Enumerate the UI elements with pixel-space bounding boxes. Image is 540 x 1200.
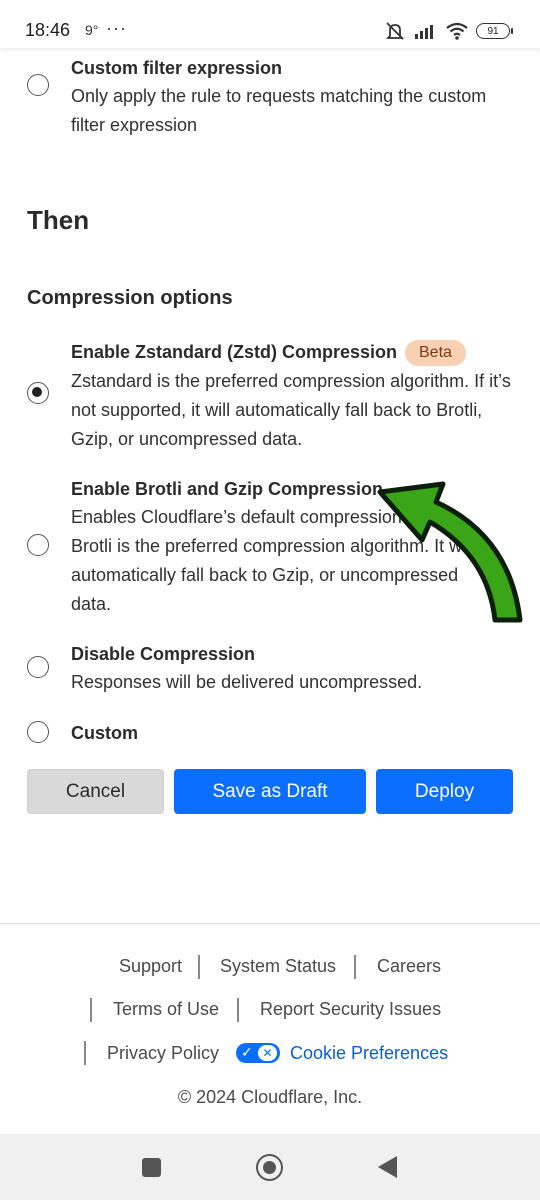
- disable-compression-title: Disable Compression: [71, 644, 256, 664]
- mute-icon: [385, 22, 405, 40]
- status-icons: 91: [384, 20, 513, 42]
- footer-separator: [354, 955, 356, 979]
- signal-icon: [415, 25, 433, 39]
- recent-apps-icon[interactable]: [142, 1158, 161, 1177]
- radio-zstd[interactable]: [27, 382, 49, 404]
- radio-custom-filter[interactable]: [27, 74, 49, 96]
- zstd-title: Enable Zstandard (Zstd) Compression: [71, 342, 398, 362]
- status-time: 18:46: [25, 20, 71, 40]
- radio-custom[interactable]: [27, 721, 49, 743]
- footer-separator: [237, 998, 239, 1022]
- status-bar: 18:46 9° ··· 91: [0, 0, 540, 48]
- wifi-icon: [446, 22, 468, 40]
- terms-of-use-link[interactable]: Terms of Use: [113, 999, 219, 1020]
- footer-separator: [84, 1041, 86, 1065]
- brotli-gzip-title: Enable Brotli and Gzip Compression: [71, 479, 384, 499]
- status-temperature: 9°: [85, 22, 99, 38]
- support-link[interactable]: Support: [119, 956, 182, 977]
- home-icon[interactable]: [256, 1154, 283, 1181]
- cancel-button[interactable]: Cancel: [27, 769, 164, 814]
- footer-separator: [198, 955, 200, 979]
- battery-icon: 91: [476, 23, 513, 39]
- system-status-link[interactable]: System Status: [220, 956, 336, 977]
- careers-link[interactable]: Careers: [377, 956, 441, 977]
- radio-disable-compression[interactable]: [27, 656, 49, 678]
- radio-brotli-gzip[interactable]: [27, 534, 49, 556]
- then-heading: Then: [27, 205, 90, 235]
- deploy-button[interactable]: Deploy: [376, 769, 513, 814]
- status-more-icon: ···: [106, 18, 127, 38]
- back-icon[interactable]: [378, 1156, 397, 1178]
- footer-separator: [90, 998, 92, 1022]
- battery-level: 91: [487, 25, 499, 37]
- privacy-policy-link[interactable]: Privacy Policy: [107, 1043, 219, 1064]
- footer-divider: [0, 923, 540, 924]
- custom-filter-description: Only apply the rule to requests matching…: [71, 86, 487, 135]
- compression-options-heading: Compression options: [27, 287, 233, 309]
- disable-compression-description: Responses will be delivered uncompressed…: [71, 672, 423, 692]
- cookie-preferences-link[interactable]: Cookie Preferences: [290, 1043, 448, 1064]
- brotli-gzip-description: Enables Cloudflare’s default compression…: [71, 507, 475, 614]
- beta-badge: Beta: [405, 340, 466, 366]
- copyright: © 2024 Cloudflare, Inc.: [177, 1087, 363, 1107]
- privacy-choices-icon[interactable]: ✓ ✕: [236, 1043, 280, 1063]
- zstd-description: Zstandard is the preferred compression a…: [71, 371, 511, 449]
- save-as-draft-button[interactable]: Save as Draft: [174, 769, 366, 814]
- report-security-issues-link[interactable]: Report Security Issues: [260, 999, 441, 1020]
- custom-title: Custom: [71, 723, 138, 743]
- navigation-bar: [0, 1134, 540, 1200]
- custom-filter-title: Custom filter expression: [71, 58, 283, 78]
